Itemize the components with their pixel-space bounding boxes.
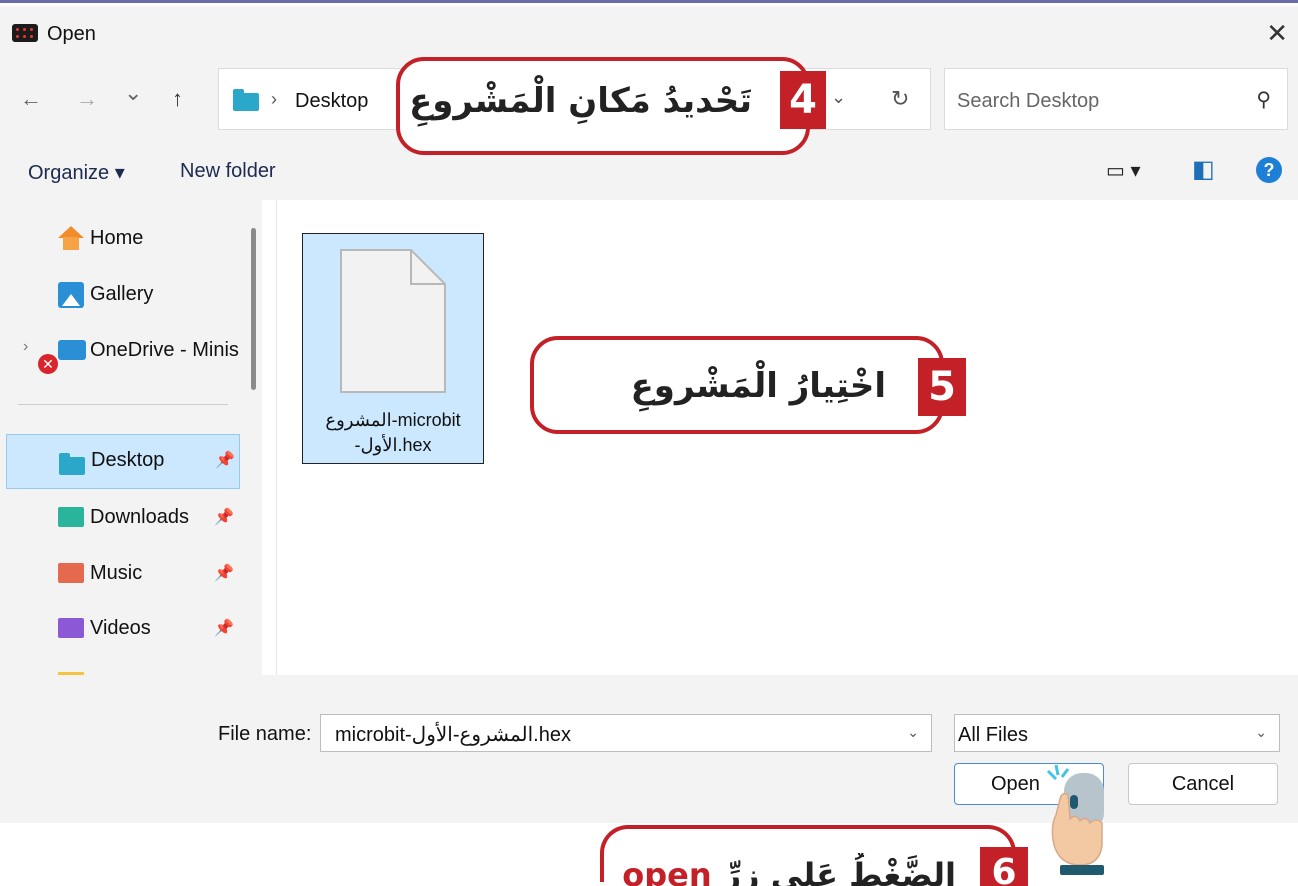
sidebar-item-desktop[interactable]: Desktop 📌 [6, 434, 240, 489]
window-title: Open [47, 23, 96, 45]
sync-error-icon: ✕ [38, 354, 58, 374]
open-file-dialog: Open ✕ ← → ⌄ ↑ › Desktop ⌄ ↻ Search Desk… [0, 0, 1298, 886]
document-icon [340, 249, 446, 393]
sidebar-item-label: Gallery [90, 283, 154, 305]
pin-icon[interactable]: 📌 [214, 507, 234, 527]
downloads-folder-icon [58, 507, 84, 527]
sidebar-item-label: Music [90, 562, 143, 584]
preview-pane-icon[interactable]: ◧ [1192, 155, 1215, 184]
gallery-icon [58, 282, 84, 308]
pin-icon[interactable]: 📌 [215, 450, 235, 470]
navigation-pane-scrollbar[interactable] [251, 228, 256, 390]
chevron-down-icon[interactable]: ⌄ [907, 724, 919, 741]
desktop-folder-icon [59, 453, 85, 475]
breadcrumb-separator: › [271, 89, 277, 109]
file-type-select[interactable]: All Files ⌄ [954, 714, 1280, 752]
music-folder-icon [58, 563, 84, 583]
organize-menu-button[interactable]: Organize ▾ [28, 160, 125, 185]
change-view-icon[interactable]: ▭ ▾ [1106, 158, 1141, 183]
file-name-label: المشروع-microbit -الأول.hex [325, 410, 461, 455]
pin-icon[interactable]: 📌 [214, 618, 234, 638]
chevron-down-icon[interactable]: ⌄ [831, 87, 846, 108]
file-item-selected[interactable]: المشروع-microbit -الأول.hex [302, 233, 484, 464]
callout-step-6: 6 الضَّغْطُ عَلى زِرِّ open [600, 825, 1028, 886]
home-icon [58, 226, 84, 250]
refresh-icon[interactable]: ↻ [891, 86, 909, 112]
close-icon[interactable]: ✕ [1266, 18, 1288, 49]
search-input[interactable]: Search Desktop [957, 90, 1099, 113]
cancel-button[interactable]: Cancel [1128, 763, 1278, 805]
pin-icon[interactable]: 📌 [214, 563, 234, 583]
file-type-value: All Files [958, 724, 1029, 746]
navigation-pane: Home Gallery › ✕ OneDrive - Minis Deskto… [0, 200, 262, 678]
callout-step-text: اخْتِيارُ الْمَشْروعِ [630, 366, 886, 406]
title-bar: Open ✕ [0, 6, 1298, 58]
callout-step-text: تَحْديدُ مَكانِ الْمَشْروعِ [409, 81, 752, 121]
sidebar-item-downloads[interactable]: Downloads 📌 [0, 491, 240, 546]
sidebar-item-music[interactable]: Music 📌 [0, 547, 240, 602]
sidebar-item-label: Home [90, 227, 144, 249]
sidebar-item-home[interactable]: Home [0, 212, 240, 267]
recent-locations-chevron-icon[interactable]: ⌄ [124, 80, 142, 106]
file-name-field[interactable]: microbit-المشروع-الأول.hex ⌄ [320, 714, 932, 752]
microbit-app-icon [12, 24, 38, 42]
sidebar-item-gallery[interactable]: Gallery [0, 268, 240, 323]
mouse-click-hand-icon [1046, 765, 1104, 875]
callout-step-number: 4 [780, 71, 826, 129]
callout-step-5: 5 اخْتِيارُ الْمَشْروعِ [530, 336, 966, 434]
open-button-label: Open [991, 773, 1040, 795]
help-icon[interactable]: ? [1256, 157, 1282, 183]
desktop-folder-icon [233, 89, 259, 111]
forward-arrow-icon[interactable]: → [76, 86, 98, 112]
expand-chevron-icon[interactable]: › [23, 338, 28, 356]
back-arrow-icon[interactable]: ← [20, 86, 42, 112]
callout-highlight: open [622, 856, 712, 886]
search-box[interactable]: Search Desktop ⚲ [944, 68, 1288, 130]
sidebar-item-label: Desktop [91, 449, 165, 471]
sidebar-item-label: Downloads [90, 506, 189, 528]
divider [18, 404, 228, 405]
callout-step-4: 4 تَحْديدُ مَكانِ الْمَشْروعِ [396, 57, 826, 155]
search-icon[interactable]: ⚲ [1256, 87, 1271, 112]
sidebar-item-label: Videos [90, 617, 151, 639]
chevron-down-icon[interactable]: ⌄ [1255, 724, 1267, 741]
callout-step-number: 5 [918, 358, 966, 416]
up-arrow-icon[interactable]: ↑ [172, 86, 183, 112]
sidebar-item-onedrive[interactable]: › ✕ OneDrive - Minis [0, 324, 240, 379]
file-name-value[interactable]: microbit-المشروع-الأول.hex [335, 722, 571, 747]
new-folder-button[interactable]: New folder [180, 160, 276, 183]
sidebar-item-videos[interactable]: Videos 📌 [0, 602, 240, 657]
callout-step-text: الضَّغْطُ عَلى زِرِّ open [622, 853, 956, 886]
sidebar-item-label: OneDrive - Minis [90, 339, 239, 361]
videos-folder-icon [58, 618, 84, 638]
file-name-label: File name: [218, 723, 312, 745]
callout-step-number: 6 [980, 847, 1028, 886]
onedrive-icon [58, 340, 86, 360]
breadcrumb-desktop[interactable]: Desktop [295, 90, 368, 113]
